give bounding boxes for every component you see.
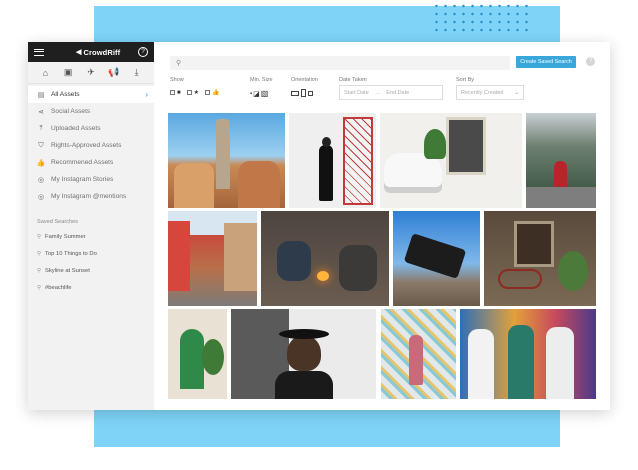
video-icon: ■ <box>177 89 181 96</box>
search-icon: ⚲ <box>176 60 182 67</box>
instagram-icon: ◎ <box>37 176 45 184</box>
sidebar-item-uploaded-assets[interactable]: ⤒ Uploaded Assets <box>28 120 154 137</box>
asset-tile-park-guell[interactable] <box>168 113 285 208</box>
filter-label-sort: Sort By <box>456 77 475 83</box>
asset-tile-bicycle[interactable] <box>484 211 596 306</box>
gallery-icon[interactable]: ▣ <box>62 67 74 78</box>
square-icon[interactable] <box>308 90 313 96</box>
checkbox-favorites[interactable] <box>186 90 192 95</box>
asset-tile-jeep[interactable] <box>393 211 480 306</box>
download-icon[interactable]: ⤓ <box>131 67 143 78</box>
size-medium-icon[interactable]: ◪ <box>253 90 260 98</box>
thumbs-up-icon: 👍 <box>36 159 46 167</box>
filter-label-min-size: Min. Size <box>250 77 273 83</box>
hamburger-menu-icon[interactable] <box>34 48 44 56</box>
asset-tile-forest-bridge[interactable] <box>526 113 596 208</box>
help-icon[interactable]: ? <box>586 57 595 66</box>
sidebar-item-all-assets[interactable]: ▤ All Assets › <box>28 86 154 103</box>
sidebar-header: ◀ CrowdRiff ? <box>28 42 154 62</box>
sidebar-icon-row: ⌂ ▣ ✈ 📢 ⤓ <box>28 62 154 84</box>
main-content: ⚲ Create Saved Search ? Show ■ ★ 👍 Min. … <box>154 42 610 410</box>
help-icon[interactable]: ? <box>138 47 148 57</box>
saved-search-label: #beachlife <box>45 284 72 291</box>
share-icon: ⋖ <box>38 108 44 116</box>
sidebar-item-label: Social Assets <box>51 108 91 115</box>
brand-logo[interactable]: ◀ CrowdRiff <box>76 48 120 57</box>
checkbox-approved[interactable] <box>205 90 211 95</box>
decor-band-bottom <box>94 405 560 447</box>
asset-tile-white-car[interactable] <box>380 113 522 208</box>
show-filter-options: ■ ★ 👍 <box>170 89 220 96</box>
saved-search-item[interactable]: ⚲ Family Summer <box>28 228 154 245</box>
logo-mark-icon: ◀ <box>76 49 82 56</box>
date-range-picker[interactable]: Start Date → End Date <box>339 85 443 100</box>
filter-label-show: Show <box>170 77 184 83</box>
saved-search-item[interactable]: ⚲ Skyline at Sunset <box>28 262 154 279</box>
sidebar-item-instagram-stories[interactable]: ◎ My Instagram Stories <box>28 171 154 188</box>
app-window: ◀ CrowdRiff ? ⌂ ▣ ✈ 📢 ⤓ ▤ All Assets › ⋖… <box>28 42 610 410</box>
asset-tile-green-door[interactable] <box>168 309 227 399</box>
arrow-right-icon: → <box>374 89 381 96</box>
instagram-icon: ◎ <box>37 193 45 201</box>
search-icon: ⚲ <box>37 284 42 291</box>
end-date-field[interactable]: End Date <box>386 90 409 96</box>
asset-tile-mural[interactable] <box>381 309 456 399</box>
saved-search-item[interactable]: ⚲ #beachlife <box>28 279 154 296</box>
start-date-field[interactable]: Start Date <box>344 90 369 96</box>
thumbs-up-icon: 👍 <box>212 90 220 96</box>
home-icon[interactable]: ⌂ <box>39 68 51 78</box>
sidebar-item-label: Recommened Assets <box>51 159 114 166</box>
create-saved-search-button[interactable]: Create Saved Search <box>516 56 576 68</box>
asset-tile-colorful-street[interactable] <box>168 211 257 306</box>
orientation-options <box>291 89 313 97</box>
star-icon: ★ <box>193 90 200 96</box>
asset-tile-campfire[interactable] <box>261 211 389 306</box>
sidebar-item-label: All Assets <box>51 91 80 98</box>
size-small-icon[interactable]: ▪ <box>250 91 252 97</box>
checkbox-photos[interactable] <box>170 90 175 95</box>
sidebar-item-social-assets[interactable]: ⋖ Social Assets <box>28 103 154 120</box>
decor-dots <box>432 2 532 36</box>
saved-searches-heading: Saved Searches <box>37 219 79 225</box>
search-bar[interactable]: ⚲ <box>170 56 510 70</box>
saved-search-label: Family Summer <box>45 233 86 240</box>
saved-search-item[interactable]: ⚲ Top 10 Things to Do <box>28 245 154 262</box>
logo-text: CrowdRiff <box>83 47 121 57</box>
shield-icon: ⛉ <box>38 141 44 149</box>
sidebar-nav: ▤ All Assets › ⋖ Social Assets ⤒ Uploade… <box>28 86 154 205</box>
saved-search-label: Top 10 Things to Do <box>45 250 97 257</box>
upload-icon: ⤒ <box>39 124 43 132</box>
chevron-right-icon: › <box>145 90 148 99</box>
megaphone-icon[interactable]: 📢 <box>108 67 120 78</box>
sidebar-item-label: Rights-Approved Assets <box>51 142 122 149</box>
sidebar-item-label: My Instagram Stories <box>51 176 114 183</box>
search-icon: ⚲ <box>37 233 42 240</box>
sidebar-item-recommended[interactable]: 👍 Recommened Assets <box>28 154 154 171</box>
filter-label-date: Date Taken <box>339 77 367 83</box>
search-input[interactable] <box>185 60 486 66</box>
sidebar-item-instagram-mentions[interactable]: ◎ My Instagram @mentions <box>28 188 154 205</box>
saved-search-label: Skyline at Sunset <box>45 267 90 274</box>
portrait-icon[interactable] <box>301 89 306 97</box>
sort-value: Recently Created <box>461 89 504 96</box>
image-stack-icon: ▤ <box>37 91 45 99</box>
search-icon: ⚲ <box>37 250 42 257</box>
filter-label-orientation: Orientation <box>291 77 318 83</box>
discover-icon[interactable]: ✈ <box>85 67 97 78</box>
min-size-options: ▪ ◪ ▧ <box>250 89 268 98</box>
search-icon: ⚲ <box>37 267 42 274</box>
asset-tile-friends-graffiti[interactable] <box>460 309 596 399</box>
size-large-icon[interactable]: ▧ <box>261 89 269 98</box>
sidebar: ◀ CrowdRiff ? ⌂ ▣ ✈ 📢 ⤓ ▤ All Assets › ⋖… <box>28 42 154 410</box>
sort-dropdown[interactable]: Recently Created ⌄ <box>456 85 524 100</box>
landscape-icon[interactable] <box>291 90 299 96</box>
sidebar-item-rights-approved[interactable]: ⛉ Rights-Approved Assets <box>28 137 154 154</box>
sidebar-item-label: Uploaded Assets <box>51 125 101 132</box>
hero-stage: ◀ CrowdRiff ? ⌂ ▣ ✈ 📢 ⤓ ▤ All Assets › ⋖… <box>0 0 638 470</box>
sidebar-item-label: My Instagram @mentions <box>51 193 127 200</box>
chevron-down-icon: ⌄ <box>514 89 519 96</box>
asset-tile-red-door[interactable] <box>289 113 376 208</box>
asset-tile-portrait[interactable] <box>231 309 376 399</box>
